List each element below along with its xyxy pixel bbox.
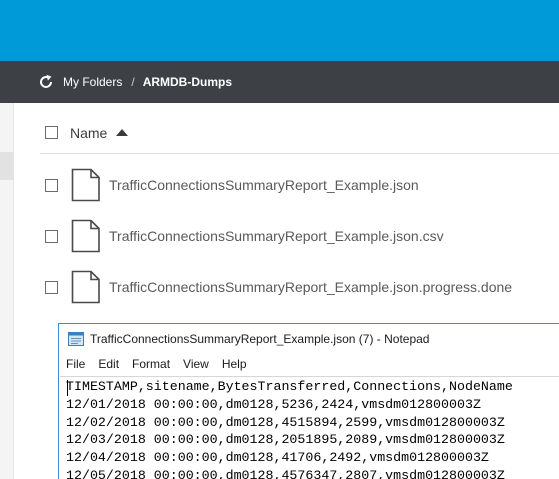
menu-help[interactable]: Help	[222, 357, 247, 371]
text-line: 12/03/2018 00:00:00,dm0128,2051895,2089,…	[66, 432, 505, 448]
file-icon	[71, 219, 100, 253]
name-column-header[interactable]: Name	[70, 124, 129, 141]
sidebar-selected-item[interactable]	[0, 152, 14, 180]
text-caret	[67, 380, 68, 396]
select-all-checkbox[interactable]	[45, 126, 58, 139]
file-name[interactable]: TrafficConnectionsSummaryReport_Example.…	[109, 279, 512, 295]
file-row-checkbox[interactable]	[45, 280, 58, 294]
name-column-label: Name	[70, 124, 108, 141]
file-row-checkbox[interactable]	[45, 229, 58, 243]
notepad-menu-bar: File Edit Format View Help	[59, 354, 559, 374]
breadcrumb-current-folder[interactable]: ARMDB-Dumps	[143, 75, 232, 89]
breadcrumb-separator: /	[131, 75, 135, 89]
notepad-app-icon	[68, 332, 84, 346]
text-line: 12/05/2018 00:00:00,dm0128,4576347,2807,…	[66, 467, 505, 479]
sort-ascending-icon	[116, 129, 129, 136]
notepad-text-area[interactable]: TIMESTAMP,sitename,BytesTransferred,Conn…	[60, 376, 559, 479]
menu-file[interactable]: File	[66, 357, 85, 371]
menu-edit[interactable]: Edit	[98, 357, 119, 371]
text-line: 12/02/2018 00:00:00,dm0128,4515894,2599,…	[66, 414, 505, 430]
file-icon	[71, 270, 100, 304]
app-header-bar	[0, 0, 559, 61]
file-row-checkbox[interactable]	[45, 178, 58, 192]
file-row[interactable]: TrafficConnectionsSummaryReport_Example.…	[40, 213, 559, 259]
menu-format[interactable]: Format	[132, 357, 170, 371]
menu-view[interactable]: View	[183, 357, 209, 371]
file-icon	[71, 168, 100, 202]
text-line: TIMESTAMP,sitename,BytesTransferred,Conn…	[66, 379, 513, 394]
file-row[interactable]: TrafficConnectionsSummaryReport_Example.…	[40, 162, 559, 208]
notepad-title-bar[interactable]: TrafficConnectionsSummaryReport_Example.…	[59, 324, 559, 354]
refresh-icon[interactable]	[38, 74, 54, 90]
text-line: 12/01/2018 00:00:00,dm0128,5236,2424,vms…	[66, 396, 481, 412]
text-line: 12/04/2018 00:00:00,dm0128,41706,2492,vm…	[66, 450, 489, 466]
notepad-title: TrafficConnectionsSummaryReport_Example.…	[90, 332, 430, 346]
breadcrumb: My Folders / ARMDB-Dumps	[0, 61, 559, 103]
file-name[interactable]: TrafficConnectionsSummaryReport_Example.…	[109, 228, 444, 244]
breadcrumb-my-folders[interactable]: My Folders	[63, 75, 122, 89]
file-name[interactable]: TrafficConnectionsSummaryReport_Example.…	[109, 177, 419, 193]
notepad-window: TrafficConnectionsSummaryReport_Example.…	[58, 323, 559, 479]
file-list-header: Name	[40, 112, 559, 154]
file-row[interactable]: TrafficConnectionsSummaryReport_Example.…	[40, 264, 559, 310]
